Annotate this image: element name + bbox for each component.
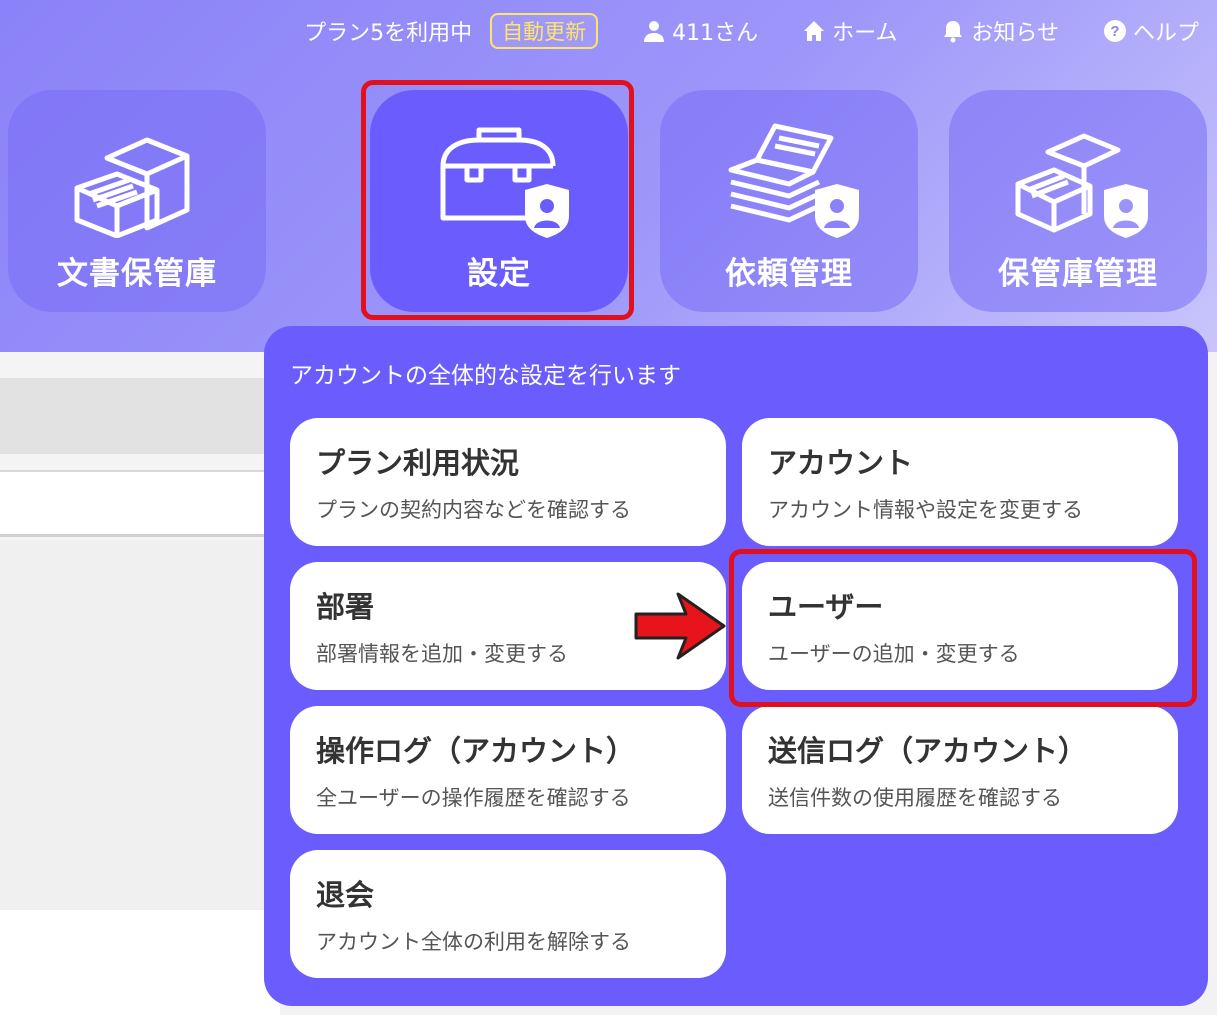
home-label: ホーム — [832, 21, 898, 46]
help-icon: ? — [1103, 20, 1126, 42]
menu-card-desc: アカウント全体の利用を解除する — [316, 930, 631, 954]
plan-status-label: プラン5を利用中 — [304, 21, 473, 46]
menu-card-send-log[interactable]: 送信ログ（アカウント） 送信件数の使用履歴を確認する — [742, 706, 1178, 834]
nav-tile-request-management[interactable]: 依頼管理 — [660, 90, 918, 312]
nav-tile-document-archive[interactable]: 文書保管庫 — [8, 90, 266, 312]
background-content — [0, 540, 280, 910]
menu-card-desc: 送信件数の使用履歴を確認する — [768, 786, 1062, 810]
highlight-settings-tile — [361, 80, 634, 320]
menu-card-account[interactable]: アカウント アカウント情報や設定を変更する — [742, 418, 1178, 546]
bell-icon — [944, 21, 963, 43]
menu-card-desc: 全ユーザーの操作履歴を確認する — [316, 786, 631, 810]
background-footer — [0, 910, 280, 1015]
user-icon — [644, 21, 665, 42]
menu-card-operation-log[interactable]: 操作ログ（アカウント） 全ユーザーの操作履歴を確認する — [290, 706, 726, 834]
notifications-link[interactable]: お知らせ — [941, 15, 1059, 47]
menu-card-title: 退会 — [316, 878, 375, 912]
highlight-users-card — [729, 549, 1197, 707]
menu-card-desc: アカウント情報や設定を変更する — [768, 498, 1083, 522]
document-stack-admin-icon — [728, 123, 859, 238]
user-menu[interactable]: 411さん — [642, 15, 758, 47]
user-name: 411さん — [672, 21, 759, 46]
notifications-label: お知らせ — [971, 21, 1059, 46]
background-toolbar — [0, 378, 280, 454]
help-label: ヘルプ — [1132, 21, 1199, 46]
menu-card-plan-usage[interactable]: プラン利用状況 プランの契約内容などを確認する — [290, 418, 726, 546]
home-link[interactable]: ホーム — [802, 15, 897, 47]
nav-tile-label: 依頼管理 — [725, 256, 853, 292]
nav-tile-label: 保管庫管理 — [998, 256, 1158, 292]
archive-boxes-icon — [74, 137, 190, 238]
home-icon — [804, 21, 825, 41]
menu-card-title: プラン利用状況 — [316, 446, 520, 480]
menu-card-desc: プランの契約内容などを確認する — [316, 498, 631, 522]
menu-card-title: 送信ログ（アカウント） — [768, 734, 1088, 768]
menu-card-title: アカウント — [768, 446, 914, 480]
help-link[interactable]: ? ヘルプ — [1103, 15, 1199, 47]
archive-boxes-admin-icon — [1015, 133, 1148, 238]
plan-status: プラン5を利用中 自動更新 — [304, 13, 599, 49]
svg-text:?: ? — [1110, 23, 1119, 40]
auto-renew-badge: 自動更新 — [490, 13, 599, 49]
settings-menu-description: アカウントの全体的な設定を行います — [290, 363, 681, 389]
nav-tile-archive-management[interactable]: 保管庫管理 — [949, 90, 1207, 312]
red-arrow-icon — [634, 592, 726, 660]
menu-card-withdraw[interactable]: 退会 アカウント全体の利用を解除する — [290, 850, 726, 978]
background-input-row — [0, 470, 280, 537]
top-bar: プラン5を利用中 自動更新 411さん ホーム お知らせ ? ヘルプ — [304, 12, 1199, 50]
nav-tile-label: 文書保管庫 — [57, 256, 217, 292]
menu-card-title: 操作ログ（アカウント） — [316, 734, 636, 768]
